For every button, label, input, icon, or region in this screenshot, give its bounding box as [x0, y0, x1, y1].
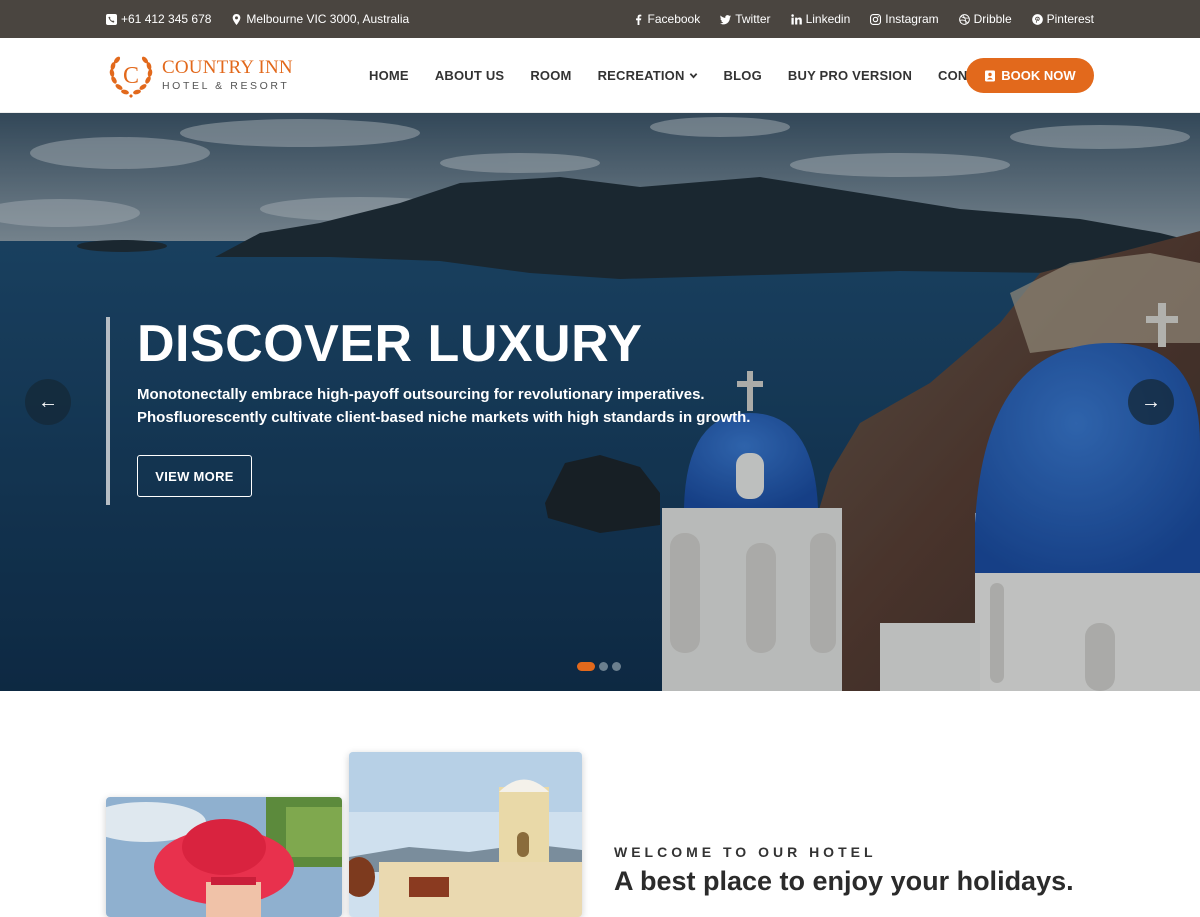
nav-recreation[interactable]: RECREATION [598, 68, 698, 83]
social-links: Facebook Twitter Linkedin Instagram Drib… [633, 0, 1094, 38]
social-link-dribbble[interactable]: Dribble [958, 12, 1012, 26]
nav-recreation-label: RECREATION [597, 68, 685, 83]
top-bar: +61 412 345 678 Melbourne VIC 3000, Aust… [0, 0, 1200, 38]
contact-info: +61 412 345 678 Melbourne VIC 3000, Aust… [106, 0, 409, 38]
map-marker-icon [233, 13, 241, 25]
phone-icon [106, 13, 117, 25]
welcome-photo-santorini [349, 752, 582, 917]
laurel-logo-icon: C [109, 56, 153, 98]
social-link-twitter[interactable]: Twitter [720, 12, 771, 26]
hero-title: DISCOVER LUXURY [137, 315, 643, 373]
logo-letter: C [123, 63, 139, 89]
nav-blog[interactable]: BLOG [724, 68, 762, 83]
book-now-label: BOOK NOW [1001, 68, 1076, 83]
social-label: Facebook [647, 12, 701, 26]
logo-tagline: HOTEL & RESORT [162, 80, 290, 93]
twitter-icon [720, 14, 732, 24]
dribbble-icon [958, 13, 970, 25]
pinterest-icon [1031, 13, 1043, 25]
slider-dot-3[interactable] [612, 662, 621, 671]
address-info: Melbourne VIC 3000, Australia [231, 12, 409, 26]
hero-slider: DISCOVER LUXURY Monotonectally embrace h… [0, 113, 1200, 691]
welcome-kicker: WELCOME TO OUR HOTEL [614, 844, 877, 860]
social-link-linkedin[interactable]: Linkedin [790, 12, 851, 26]
facebook-icon [635, 14, 641, 25]
arrow-left-icon: ← [38, 390, 58, 413]
logo-name: COUNTRY INN [162, 57, 293, 79]
address-text: Melbourne VIC 3000, Australia [246, 12, 410, 26]
nav-home[interactable]: HOME [369, 68, 409, 83]
welcome-photo-woman-hat [106, 797, 342, 917]
arrow-right-icon: → [1141, 390, 1161, 413]
social-link-instagram[interactable]: Instagram [870, 12, 939, 26]
main-nav: HOME ABOUT US ROOM RECREATION BLOG BUY P… [369, 38, 1002, 113]
slider-pagination [577, 662, 621, 671]
hero-description: Monotonectally embrace high-payoff outso… [137, 386, 751, 426]
social-link-pinterest[interactable]: Pinterest [1031, 12, 1094, 26]
chevron-down-icon [689, 73, 697, 79]
social-label: Instagram [885, 12, 939, 26]
welcome-title: A best place to enjoy your holidays. [614, 866, 1074, 896]
slider-dot-2[interactable] [599, 662, 608, 671]
instagram-icon [870, 13, 882, 25]
linkedin-icon [790, 13, 802, 25]
nav-room[interactable]: ROOM [530, 68, 571, 83]
hero-accent-bar [106, 317, 110, 505]
social-label: Dribble [973, 12, 1012, 26]
nav-buy-pro-version[interactable]: BUY PRO VERSION [788, 68, 912, 83]
phone-number: +61 412 345 678 [121, 12, 212, 26]
social-label: Twitter [735, 12, 771, 26]
phone-info[interactable]: +61 412 345 678 [106, 12, 211, 26]
social-label: Linkedin [805, 12, 851, 26]
slider-next-button[interactable]: → [1128, 379, 1174, 425]
slider-dot-1[interactable] [577, 662, 595, 671]
book-now-button[interactable]: BOOK NOW [966, 58, 1094, 93]
slider-prev-button[interactable]: ← [25, 379, 71, 425]
social-link-facebook[interactable]: Facebook [633, 12, 701, 26]
site-header: C COUNTRY INN HOTEL & RESORT HOME ABOUT … [0, 38, 1200, 113]
booking-icon [985, 70, 996, 81]
view-more-button[interactable]: VIEW MORE [137, 455, 252, 497]
social-label: Pinterest [1046, 12, 1094, 26]
nav-about-us[interactable]: ABOUT US [435, 68, 505, 83]
site-logo[interactable]: C COUNTRY INN HOTEL & RESORT [106, 50, 293, 100]
